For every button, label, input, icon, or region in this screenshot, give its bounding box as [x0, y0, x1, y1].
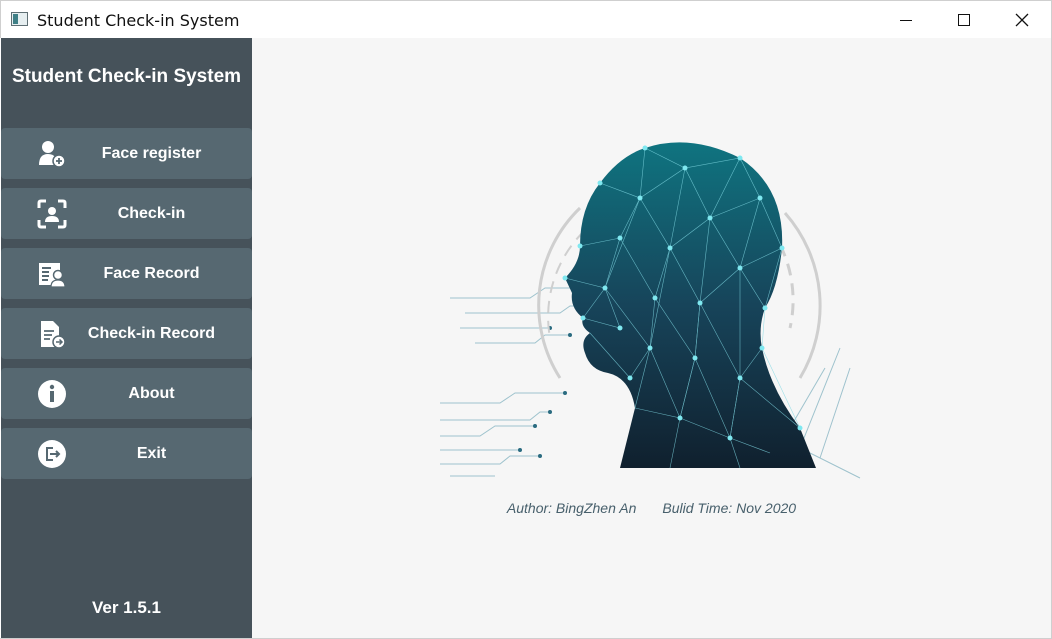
about-label: About [128, 384, 175, 402]
app-info: Author: BingZhen An Bulid Time: Nov 2020 [252, 500, 1051, 516]
face-register-label: Face register [101, 144, 202, 162]
face-recognition-illustration [440, 142, 861, 479]
maximize-button[interactable] [935, 1, 993, 39]
exit-label: Exit [136, 444, 167, 462]
face-record-button[interactable]: Face Record [1, 248, 252, 299]
main-panel: Author: BingZhen An Bulid Time: Nov 2020 [252, 38, 1051, 638]
window-title: Student Check-in System [37, 11, 240, 30]
check-in-button[interactable]: Check-in [1, 188, 252, 239]
maximize-icon [958, 14, 970, 26]
check-in-label: Check-in [117, 204, 186, 222]
minimize-button[interactable] [877, 1, 935, 39]
app-icon [11, 12, 28, 26]
build-time-label: Bulid Time: Nov 2020 [662, 500, 797, 516]
check-in-record-label: Check-in Record [87, 324, 216, 342]
version-label: Ver 1.5.1 [91, 598, 161, 617]
sidebar: Student Check-in System Face register Ch… [1, 38, 252, 638]
window-titlebar: Student Check-in System [0, 0, 1052, 38]
minimize-icon [900, 19, 912, 21]
face-record-label: Face Record [103, 264, 200, 282]
exit-button[interactable]: Exit [1, 428, 252, 479]
close-button[interactable] [993, 1, 1051, 39]
about-button[interactable]: About [1, 368, 252, 419]
author-label: Author: BingZhen An [506, 500, 637, 516]
face-register-button[interactable]: Face register [1, 128, 252, 179]
check-in-record-button[interactable]: Check-in Record [1, 308, 252, 359]
sidebar-title: Student Check-in System [11, 66, 242, 87]
close-icon [1015, 13, 1029, 27]
